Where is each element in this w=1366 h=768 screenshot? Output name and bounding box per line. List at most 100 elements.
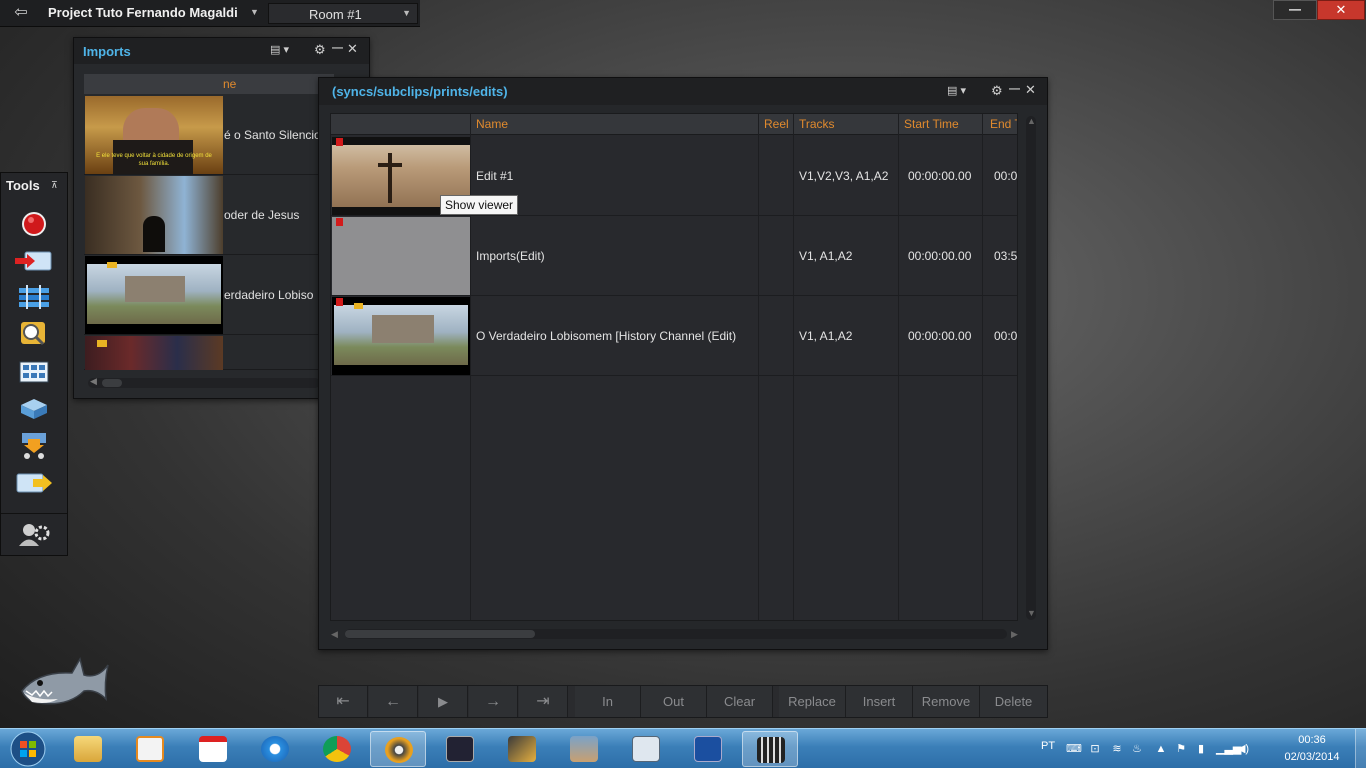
list-item[interactable]: erdadeiro Lobiso [84, 255, 334, 335]
clip-thumbnail[interactable] [332, 217, 470, 295]
gear-icon[interactable]: ⚙ [991, 83, 1003, 99]
start-button[interactable] [4, 729, 52, 768]
project-title[interactable]: Project Tuto Fernando Magaldi [48, 5, 238, 20]
taskbar-media[interactable] [122, 731, 178, 767]
replace-button[interactable]: Replace [779, 686, 846, 717]
clip-thumbnail[interactable]: E ele teve que voltar à cidade de origem… [85, 96, 223, 174]
row-name: O Verdadeiro Lobisomem [History Channel … [476, 329, 737, 343]
view-options-icon[interactable]: ▤ ▾ [270, 43, 298, 57]
taskbar-ie[interactable] [247, 731, 303, 767]
column-header-reel[interactable]: Reel [764, 117, 789, 131]
column-header-tracks[interactable]: Tracks [799, 117, 835, 131]
clock-time[interactable]: 00:36 [1282, 734, 1342, 746]
go-to-start-button[interactable]: ⇤ [319, 686, 368, 717]
imports-title[interactable]: Imports [83, 44, 131, 59]
list-item[interactable] [84, 335, 334, 370]
column-header-end-time[interactable]: End T [990, 117, 1017, 131]
clip-thumbnail[interactable] [85, 256, 223, 334]
action-center-icon[interactable]: ⚑ [1174, 742, 1188, 756]
tooltip: Show viewer [440, 195, 519, 215]
go-to-end-button[interactable]: ⇥ [519, 686, 568, 717]
wireless-icon[interactable]: ≋ [1110, 742, 1124, 756]
chrome-icon [323, 736, 351, 762]
scroll-down-icon[interactable]: ▼ [1027, 608, 1036, 618]
timeline-icon[interactable] [15, 282, 53, 312]
taskbar-explorer[interactable] [60, 731, 116, 767]
minimize-button[interactable]: — [1273, 0, 1317, 20]
bin-title[interactable]: (syncs/subclips/prints/edits) [332, 84, 508, 99]
taskbar-chrome[interactable] [309, 731, 365, 767]
vertical-scrollbar[interactable]: ▲ ▼ [1026, 116, 1036, 620]
network-icon[interactable]: ⊡ [1088, 742, 1102, 756]
keyboard-icon[interactable]: ⌨ [1066, 742, 1082, 756]
table-row[interactable]: Edit #1 V1,V2,V3, A1,A2 00:00:00.00 00:0 [331, 136, 1017, 216]
close-icon[interactable]: ✕ [1025, 82, 1036, 98]
send-to-icon[interactable] [15, 468, 53, 498]
exit-icon[interactable]: ⇦ [6, 4, 36, 23]
taskbar-app-7[interactable] [494, 731, 550, 767]
record-icon[interactable] [15, 209, 53, 239]
delete-button[interactable]: Delete [980, 686, 1047, 717]
table-header: Name Reel Tracks Start Time End T [331, 114, 1017, 135]
taskbar-app-5[interactable] [370, 731, 426, 767]
remove-button[interactable]: Remove [913, 686, 980, 717]
import-icon[interactable] [15, 246, 53, 276]
taskbar-sigi[interactable] [680, 731, 736, 767]
sigi-icon [694, 736, 722, 762]
clip-thumbnail[interactable] [85, 176, 223, 254]
antivirus-icon[interactable]: ♨ [1130, 742, 1144, 756]
clip-thumbnail[interactable] [85, 336, 223, 370]
search-icon[interactable] [15, 319, 53, 349]
project-dropdown-icon[interactable]: ▼ [250, 7, 260, 19]
taskbar-calculator[interactable] [618, 731, 674, 767]
horizontal-scrollbar[interactable]: ◀ ▶ [331, 629, 1018, 639]
scroll-left-icon[interactable]: ◀ [331, 629, 338, 640]
table-row[interactable]: Imports(Edit) V1, A1,A2 00:00:00.00 03:5 [331, 216, 1018, 296]
minimize-icon[interactable]: — [332, 42, 343, 54]
taskbar-calendar[interactable] [185, 731, 241, 767]
taskbar-app-8[interactable] [556, 731, 612, 767]
name-column-header[interactable]: ne [223, 77, 236, 91]
view-options-icon[interactable]: ▤ ▾ [947, 84, 975, 98]
list-item[interactable]: oder de Jesus [84, 175, 334, 255]
room-select[interactable]: Room #1 ▼ [268, 3, 418, 24]
signal-icon[interactable]: ▁▃▅ [1216, 742, 1241, 756]
step-back-button[interactable]: ← [369, 686, 418, 717]
language-indicator[interactable]: PT [1041, 740, 1055, 752]
gear-icon[interactable]: ⚙ [314, 42, 326, 58]
scroll-left-icon[interactable]: ◀ [90, 376, 97, 387]
column-header-name[interactable]: Name [476, 117, 508, 131]
column-header-start-time[interactable]: Start Time [904, 117, 959, 131]
taskbar-lightworks[interactable] [742, 731, 798, 767]
library-icon[interactable] [15, 393, 53, 423]
insert-button[interactable]: Insert [846, 686, 913, 717]
pin-icon[interactable]: ⊼ [51, 180, 61, 190]
close-button[interactable]: ✕ [1317, 0, 1365, 20]
table-row[interactable]: O Verdadeiro Lobisomem [History Channel … [331, 296, 1018, 376]
row-end-time: 00:0 [994, 329, 1018, 343]
show-hidden-icons-icon[interactable]: ▲ [1154, 742, 1168, 756]
scrollbar-thumb[interactable] [345, 630, 535, 638]
clock-date[interactable]: 02/03/2014 [1282, 751, 1342, 763]
step-forward-button[interactable]: → [469, 686, 518, 717]
row-end-time: 03:5 [994, 249, 1018, 263]
taskbar-app-6[interactable] [432, 731, 488, 767]
horizontal-scrollbar[interactable]: ◀ [88, 376, 320, 388]
storyboard-icon[interactable] [15, 357, 53, 387]
close-icon[interactable]: ✕ [347, 41, 358, 57]
clear-button[interactable]: Clear [707, 686, 773, 717]
list-item[interactable]: E ele teve que voltar à cidade de origem… [84, 95, 334, 175]
users-settings-icon[interactable] [15, 519, 53, 549]
show-desktop-button[interactable] [1355, 729, 1366, 768]
mark-in-button[interactable]: In [575, 686, 641, 717]
mark-out-button[interactable]: Out [641, 686, 707, 717]
scroll-up-icon[interactable]: ▲ [1027, 116, 1036, 126]
scroll-right-icon[interactable]: ▶ [1011, 629, 1018, 640]
power-icon[interactable]: ▮ [1194, 742, 1208, 756]
play-button[interactable]: ▶ [419, 686, 468, 717]
minimize-icon[interactable]: — [1009, 83, 1020, 95]
clip-thumbnail[interactable] [332, 297, 470, 375]
export-icon[interactable] [15, 431, 53, 461]
scrollbar-thumb[interactable] [102, 379, 122, 387]
audio-icon[interactable]: ◀) [1236, 742, 1250, 756]
